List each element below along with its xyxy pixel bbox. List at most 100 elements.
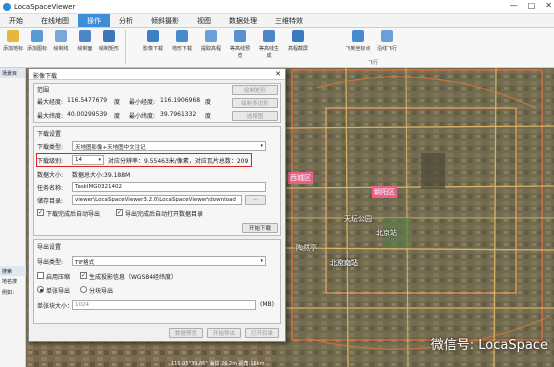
screenshot-icon (292, 30, 304, 42)
elevation-icon (205, 30, 217, 42)
single-size-label: 单张块大小： (37, 303, 74, 310)
min-lon-label: 最小经度: (129, 99, 156, 106)
menu-start[interactable]: 开始 (0, 14, 32, 27)
draw-rectangle-button[interactable]: 绘制矩形 (98, 30, 120, 52)
export-settings-section: 导出设置 导出类型: TIF格式 ▾ 启用压缩 ✓ 生成投影信息（WGS84经纬度… (33, 239, 281, 324)
geo-info-label: 生成投影信息（WGS84经纬度） (89, 274, 178, 281)
draw-rect-button[interactable]: 绘制矩形 (232, 85, 278, 95)
start-download-button[interactable]: 开始下载 (242, 223, 278, 233)
deg-unit: 度 (114, 113, 121, 120)
search-panel: 搜索 地名搜 例如： (0, 266, 26, 298)
extract-elevation-button[interactable]: 提取高程 (200, 30, 222, 52)
download-type-select[interactable]: 天地图影像+天地图中文注记 ▾ (72, 141, 266, 151)
image-icon (31, 30, 43, 42)
export-section-title: 导出设置 (37, 244, 62, 251)
task-name-input[interactable]: TaskIMG0321402 (72, 182, 266, 192)
auto-open-checkbox[interactable]: ✓ (116, 209, 123, 216)
download-level-select[interactable]: 14 ▾ (72, 155, 104, 165)
deg-unit: 度 (205, 113, 212, 120)
terrain-download-button[interactable]: 地形下载 (171, 30, 193, 52)
contour-preview-button[interactable]: 等高线预览 (229, 30, 251, 59)
menu-data-processing[interactable]: 数据处理 (220, 14, 266, 27)
map-label-beijing-south: 北京南站 (330, 259, 358, 267)
dialog-title: 影像下载 (33, 73, 58, 80)
deg-unit: 度 (114, 99, 121, 106)
left-panel: 场景目 搜索 地名搜 例如： (0, 68, 26, 367)
browse-button[interactable]: ... (245, 195, 266, 205)
line-icon (55, 30, 67, 42)
draw-polygon-button[interactable]: 绘制多边形 (232, 98, 278, 108)
single-size-input[interactable]: 1024 (72, 300, 256, 310)
plane-icon (352, 30, 364, 42)
download-type-label: 下载类型: (37, 144, 64, 151)
open-directory-button[interactable]: 打开目录 (245, 328, 279, 338)
download-icon (147, 30, 159, 42)
start-export-button[interactable]: 开始导出 (207, 328, 241, 338)
menu-online-map[interactable]: 在线地图 (32, 14, 78, 27)
compress-checkbox[interactable] (37, 272, 44, 279)
max-lon-value: 116.5477679 (67, 97, 108, 104)
map-label-tiantan: 天坛公园 (344, 215, 372, 223)
single-size-unit: (MB) (260, 301, 274, 308)
fly-along-line-button[interactable]: 沿线飞行 (374, 30, 400, 52)
tile-export-radio[interactable] (80, 286, 87, 293)
dialog-title-bar: 影像下载 ✕ (29, 69, 285, 80)
contour-generate-button[interactable]: 等高线生成 (258, 30, 280, 59)
app-title: LocaSpaceViewer (14, 3, 76, 11)
example-label: 例如： (2, 290, 18, 296)
elevation-screenshot-button[interactable]: 高程截屏 (287, 30, 309, 52)
menu-operation[interactable]: 操作 (78, 14, 110, 27)
select-layer-button[interactable]: 选择图 (232, 111, 278, 121)
deg-unit: 度 (205, 99, 212, 106)
app-logo-icon (3, 3, 11, 11)
scene-panel-header: 场景目 (0, 68, 25, 78)
menu-3d-effects[interactable]: 三维特效 (266, 14, 312, 27)
compress-label: 启用压缩 (46, 274, 71, 281)
maximize-button[interactable]: □ (528, 1, 536, 10)
polygon-icon (79, 30, 91, 42)
search-panel-header: 搜索 (0, 266, 26, 276)
resolution-info: 对应分辨率：9.55463米/像素，对应瓦片总数：209 (108, 158, 249, 165)
rectangle-icon (103, 30, 115, 42)
single-export-radio[interactable] (37, 286, 44, 293)
minimize-button[interactable]: — (510, 1, 518, 10)
ribbon-divider (125, 30, 126, 64)
menu-view[interactable]: 视图 (188, 14, 220, 27)
close-button[interactable]: ✕ (545, 1, 552, 10)
watermark: 微信号: LocaSpace (430, 338, 548, 353)
single-export-label: 单张导出 (46, 288, 71, 295)
map-label-chaoyang: 朝阳区 (372, 186, 397, 198)
max-lon-label: 最大经度: (37, 99, 64, 106)
auto-export-checkbox[interactable]: ✓ (37, 209, 44, 216)
auto-export-label: 下载完成后自动导出 (46, 211, 101, 218)
menu-analysis[interactable]: 分析 (110, 14, 142, 27)
export-type-label: 导出类型: (37, 259, 64, 266)
draw-line-button[interactable]: 绘制线 (50, 30, 72, 52)
geo-info-checkbox[interactable]: ✓ (80, 272, 87, 279)
map-label-beijing-station: 北京站 (376, 229, 397, 237)
data-preview-button[interactable]: 数据预览 (169, 328, 203, 338)
dialog-close-icon[interactable]: ✕ (275, 70, 281, 78)
max-lat-label: 最大纬度: (37, 113, 64, 120)
auto-open-label: 导出完成后自动打开数据目录 (125, 211, 204, 218)
data-size-value: 数据总大小:39.188M (72, 172, 131, 179)
image-download-dialog: 影像下载 ✕ 范围 最大经度: 116.5477679 度 最小经度: 116.… (28, 68, 286, 342)
add-icon-button[interactable]: 添加图标 (26, 30, 48, 52)
draw-polygon-button[interactable]: 绘制面 (74, 30, 96, 52)
export-type-select[interactable]: TIF格式 ▾ (72, 256, 266, 266)
save-path-input[interactable]: viewer\LocaSpaceViewer3.2.0\LocaSpaceVie… (72, 195, 242, 205)
min-lat-value: 39.7961332 (160, 111, 197, 118)
terrain-icon (176, 30, 188, 42)
add-placemark-button[interactable]: 添加地标 (2, 30, 24, 52)
map-label-xicheng: 西城区 (288, 172, 313, 184)
group-fly-label: 飞行 (368, 60, 379, 66)
placemark-icon (7, 30, 19, 42)
menu-oblique[interactable]: 倾斜摄影 (142, 14, 188, 27)
map-label-taoranting: 陶然亭 (296, 244, 317, 252)
min-lat-label: 最小纬度: (129, 113, 156, 120)
image-download-button[interactable]: 影像下载 (142, 30, 164, 52)
fly-to-point-button[interactable]: 飞到坐标点 (345, 30, 371, 52)
status-coordinates: 116.05°39.86° 海拔:26.2m 视角:16km (171, 361, 265, 367)
title-bar: LocaSpaceViewer — □ ✕ (0, 0, 554, 14)
route-icon (381, 30, 393, 42)
